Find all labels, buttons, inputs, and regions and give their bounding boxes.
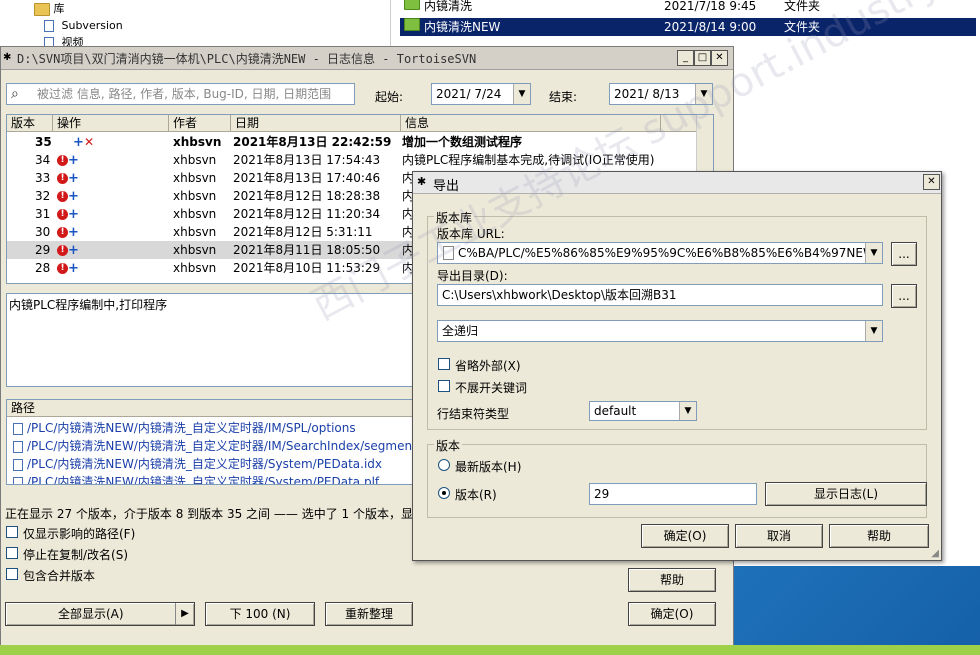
export-dir-input[interactable]: C:\Users\xhbwork\Desktop\版本回溯B31 <box>437 284 883 306</box>
desktop-taskbar <box>0 645 980 655</box>
delete-icon: ✕ <box>84 135 95 149</box>
export-titlebar[interactable]: ✱ 导出 ✕ <box>413 172 941 194</box>
browse-url-button[interactable]: ... <box>891 242 917 266</box>
add-icon: + <box>68 261 79 276</box>
chevron-down-icon[interactable]: ▼ <box>865 243 882 263</box>
tree-item-video[interactable]: 视频 <box>44 34 84 46</box>
col-header-message[interactable]: 信息 <box>401 115 661 132</box>
modified-icon: ! <box>57 191 68 202</box>
checkbox-merged-revisions[interactable] <box>6 568 18 580</box>
modified-icon: ! <box>57 263 68 274</box>
video-icon <box>44 37 54 46</box>
modified-icon: ! <box>57 173 68 184</box>
url-label: 版本库 URL: <box>437 227 505 241</box>
from-label: 起始: <box>375 90 404 104</box>
chevron-down-icon[interactable]: ▼ <box>679 402 696 420</box>
file-icon <box>13 476 23 484</box>
add-icon: + <box>68 171 79 186</box>
modified-icon: ! <box>57 227 68 238</box>
radio-head-revision[interactable] <box>438 459 450 471</box>
col-header-author[interactable]: 作者 <box>169 115 231 132</box>
search-icon: ⌕ <box>11 86 19 102</box>
add-icon: + <box>68 207 79 222</box>
ok-button[interactable]: 确定(O) <box>628 602 716 626</box>
col-header-extra[interactable] <box>661 115 699 132</box>
col-header-action[interactable]: 操作 <box>53 115 169 132</box>
chevron-right-icon[interactable]: ▶ <box>175 603 194 625</box>
library-icon <box>44 20 54 32</box>
to-label: 结束: <box>549 90 578 104</box>
chevron-down-icon[interactable]: ▼ <box>513 84 530 104</box>
maximize-button[interactable]: □ <box>694 50 711 66</box>
add-icon: + <box>68 189 79 204</box>
radio-revision[interactable] <box>438 487 450 499</box>
help-button[interactable]: 帮助 <box>628 568 716 592</box>
explorer-tree: 库 Subversion 视频 <box>0 0 391 46</box>
revision-group: 版本 <box>427 437 927 518</box>
add-icon: + <box>68 243 79 258</box>
file-icon <box>13 458 23 471</box>
log-titlebar[interactable]: ✱ D:\SVN项目\双门清消内镜一体机\PLC\内镜清洗NEW - 日志信息 … <box>1 47 733 70</box>
file-row[interactable]: 内镜清洗 2021/7/18 9:45 文件夹 <box>400 0 976 15</box>
ok-button[interactable]: 确定(O) <box>641 524 729 548</box>
status-text: 正在显示 27 个版本，介于版本 8 到版本 35 之间 —— 选中了 1 个版… <box>5 507 425 521</box>
filter-input[interactable]: ⌕ 被过滤 信息, 路径, 作者, 版本, Bug-ID, 日期, 日期范围 <box>6 83 355 105</box>
resize-grip-icon[interactable]: ◢ <box>931 548 939 559</box>
close-button[interactable]: ✕ <box>711 50 728 66</box>
cancel-button[interactable]: 取消 <box>735 524 823 548</box>
modified-icon: ! <box>57 209 68 220</box>
show-log-button[interactable]: 显示日志(L) <box>765 482 927 506</box>
chevron-down-icon[interactable]: ▼ <box>865 321 882 341</box>
svn-icon: ✱ <box>3 52 12 63</box>
eol-label: 行结束符类型 <box>437 407 510 421</box>
add-icon: + <box>73 135 84 150</box>
modified-icon: ! <box>57 245 68 256</box>
minimize-button[interactable]: _ <box>677 50 694 66</box>
add-icon: + <box>68 153 79 168</box>
from-date-picker[interactable]: 2021/ 7/24 ▼ <box>431 83 531 105</box>
next-100-button[interactable]: 下 100 (N) <box>205 602 315 626</box>
eol-select[interactable]: default ▼ <box>589 401 697 421</box>
close-button[interactable]: ✕ <box>923 174 940 190</box>
repo-url-combo[interactable]: C%BA/PLC/%E5%86%85%E9%95%9C%E6%B8%85%E6%… <box>437 242 883 264</box>
to-date-picker[interactable]: 2021/ 8/13 ▼ <box>609 83 713 105</box>
revision-input[interactable]: 29 <box>589 483 757 505</box>
add-icon: + <box>68 225 79 240</box>
file-icon <box>13 422 23 435</box>
checkbox-omit-externals[interactable] <box>438 358 450 370</box>
help-button[interactable]: 帮助 <box>829 524 929 548</box>
file-icon <box>443 246 454 260</box>
chevron-down-icon[interactable]: ▼ <box>695 84 712 104</box>
depth-select[interactable]: 全递归 ▼ <box>437 320 883 342</box>
checkbox-stop-on-copy[interactable] <box>6 547 18 559</box>
browse-dir-button[interactable]: ... <box>891 284 917 308</box>
col-header-date[interactable]: 日期 <box>231 115 401 132</box>
export-dialog: ✱ 导出 ✕ 版本库 版本库 URL: C%BA/PLC/%E5%86%85%E… <box>412 171 942 561</box>
folder-icon <box>34 2 50 16</box>
dir-label: 导出目录(D): <box>437 269 508 283</box>
checkbox-affected-paths[interactable] <box>6 526 18 538</box>
col-header-rev[interactable]: 版本 <box>7 115 53 132</box>
tree-item-subversion[interactable]: Subversion <box>44 17 123 35</box>
file-icon <box>13 440 23 453</box>
checkbox-no-keywords[interactable] <box>438 380 450 392</box>
tree-item-library[interactable]: 库 <box>34 0 65 18</box>
svn-icon: ✱ <box>417 175 427 188</box>
table-row[interactable]: 34 ! + xhbsvn 2021年8月13日 17:54:43 内镜PLC程序… <box>7 151 707 169</box>
modified-icon: ! <box>57 155 68 166</box>
file-row-selected[interactable]: 内镜清洗NEW 2021/8/14 9:00 文件夹 <box>400 18 976 36</box>
refresh-button[interactable]: 重新整理 <box>325 602 413 626</box>
show-all-button[interactable]: 全部显示(A) ▶ <box>5 602 195 626</box>
table-row[interactable]: 35 +✕ xhbsvn 2021年8月13日 22:42:59 增加一个数组测… <box>7 133 707 151</box>
